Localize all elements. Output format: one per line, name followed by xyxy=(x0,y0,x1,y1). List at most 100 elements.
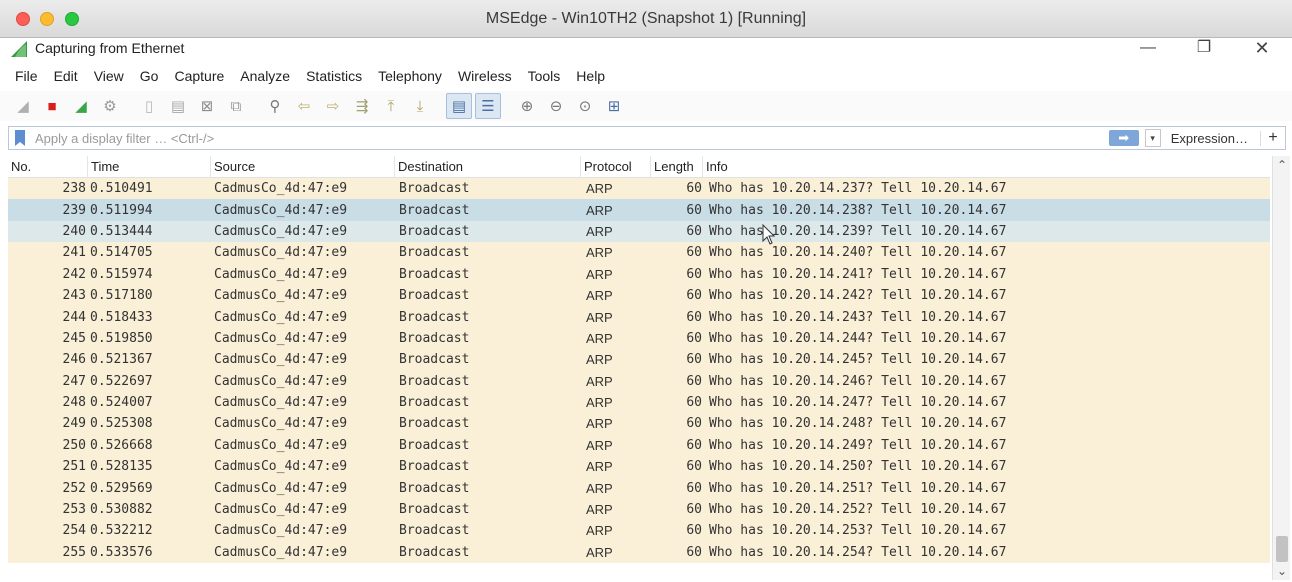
packet-row[interactable]: 241 0.514705 CadmusCo_4d:47:e9 Broadcast ARP… xyxy=(8,242,1270,264)
packet-protocol: ARP xyxy=(586,373,613,389)
scroll-up-icon[interactable]: ⌃ xyxy=(1273,158,1291,172)
packet-list[interactable]: No. Time Source Destination Protocol Len… xyxy=(8,156,1270,564)
find-packet-icon[interactable]: ⚲ xyxy=(262,93,288,119)
packet-no: 245 xyxy=(62,330,86,346)
zoom-in-icon[interactable]: ⊕ xyxy=(514,93,540,119)
filter-bookmark-icon[interactable] xyxy=(9,127,31,149)
go-first-packet-icon[interactable]: ⤒ xyxy=(378,93,404,119)
packet-info: Who has 10.20.14.250? Tell 10.20.14.67 xyxy=(709,459,1007,475)
colorize-icon[interactable]: ☰ xyxy=(475,93,501,119)
packet-row[interactable]: 252 0.529569 CadmusCo_4d:47:e9 Broadcast ARP… xyxy=(8,477,1270,499)
menu-go[interactable]: Go xyxy=(132,64,167,88)
column-header-time[interactable]: Time xyxy=(88,156,211,178)
open-file-icon[interactable]: ▯ xyxy=(136,93,162,119)
packet-no: 253 xyxy=(62,502,86,518)
column-header-destination[interactable]: Destination xyxy=(395,156,581,178)
menu-wireless[interactable]: Wireless xyxy=(450,64,520,88)
packet-row[interactable]: 255 0.533576 CadmusCo_4d:47:e9 Broadcast ARP… xyxy=(8,541,1270,564)
packet-row[interactable]: 243 0.517180 CadmusCo_4d:47:e9 Broadcast ARP… xyxy=(8,284,1270,307)
resize-columns-icon[interactable]: ⊞ xyxy=(601,93,627,119)
add-filter-button[interactable]: + xyxy=(1261,129,1285,147)
start-capture-icon[interactable]: ◢ xyxy=(10,93,36,119)
packet-source: CadmusCo_4d:47:e9 xyxy=(214,480,348,496)
column-header-info[interactable]: Info xyxy=(703,156,1270,178)
restore-icon[interactable]: ❐ xyxy=(1184,38,1224,60)
packet-info: Who has 10.20.14.248? Tell 10.20.14.67 xyxy=(709,416,1007,432)
packet-protocol: ARP xyxy=(586,480,613,496)
packet-info: Who has 10.20.14.249? Tell 10.20.14.67 xyxy=(709,437,1007,453)
packet-row[interactable]: 250 0.526668 CadmusCo_4d:47:e9 Broadcast ARP… xyxy=(8,434,1270,457)
packet-time: 0.522697 xyxy=(90,373,153,389)
reload-file-icon[interactable]: ⧉ xyxy=(223,93,249,119)
minimize-icon[interactable]: — xyxy=(1128,38,1168,60)
menu-view[interactable]: View xyxy=(86,64,132,88)
go-forward-icon[interactable]: ⇨ xyxy=(320,93,346,119)
packet-protocol: ARP xyxy=(586,437,613,453)
menu-help[interactable]: Help xyxy=(568,64,613,88)
packet-protocol: ARP xyxy=(586,223,613,239)
column-header-no[interactable]: No. xyxy=(8,156,88,178)
packet-destination: Broadcast xyxy=(399,202,470,218)
packet-row[interactable]: 238 0.510491 CadmusCo_4d:47:e9 Broadcast ARP… xyxy=(8,178,1270,200)
expression-button[interactable]: Expression… xyxy=(1169,130,1261,146)
zoom-out-icon[interactable]: ⊖ xyxy=(543,93,569,119)
display-filter-input[interactable] xyxy=(31,128,1109,148)
packet-length: 60 xyxy=(686,395,702,411)
packet-row[interactable]: 245 0.519850 CadmusCo_4d:47:e9 Broadcast ARP… xyxy=(8,327,1270,350)
scroll-down-icon[interactable]: ⌄ xyxy=(1273,564,1291,578)
menu-file[interactable]: File xyxy=(0,64,46,88)
packet-source: CadmusCo_4d:47:e9 xyxy=(214,181,348,197)
packet-source: CadmusCo_4d:47:e9 xyxy=(214,544,348,560)
autoscroll-icon[interactable]: ▤ xyxy=(446,93,472,119)
column-header-protocol[interactable]: Protocol xyxy=(581,156,651,178)
go-back-icon[interactable]: ⇦ xyxy=(291,93,317,119)
packet-info: Who has 10.20.14.251? Tell 10.20.14.67 xyxy=(709,480,1007,496)
close-icon[interactable]: ✕ xyxy=(1242,38,1282,60)
packet-row[interactable]: 253 0.530882 CadmusCo_4d:47:e9 Broadcast ARP… xyxy=(8,498,1270,521)
menu-edit[interactable]: Edit xyxy=(46,64,86,88)
packet-length: 60 xyxy=(686,181,702,197)
packet-row[interactable]: 251 0.528135 CadmusCo_4d:47:e9 Broadcast ARP… xyxy=(8,456,1270,478)
packet-info: Who has 10.20.14.241? Tell 10.20.14.67 xyxy=(709,266,1007,282)
packet-time: 0.524007 xyxy=(90,395,153,411)
scrollbar-thumb[interactable] xyxy=(1276,536,1288,562)
packet-row[interactable]: 240 0.513444 CadmusCo_4d:47:e9 Broadcast ARP… xyxy=(8,220,1270,243)
packet-time: 0.519850 xyxy=(90,330,153,346)
apply-filter-button[interactable]: ➡ xyxy=(1108,130,1139,146)
menu-statistics[interactable]: Statistics xyxy=(298,64,370,88)
restart-capture-icon[interactable]: ◢ xyxy=(68,93,94,119)
go-to-packet-icon[interactable]: ⇶ xyxy=(349,93,375,119)
capture-options-icon[interactable]: ⚙ xyxy=(97,93,123,119)
packet-row[interactable]: 242 0.515974 CadmusCo_4d:47:e9 Broadcast ARP… xyxy=(8,263,1270,285)
packet-time: 0.525308 xyxy=(90,416,153,432)
packet-row[interactable]: 248 0.524007 CadmusCo_4d:47:e9 Broadcast ARP… xyxy=(8,391,1270,414)
packet-row[interactable]: 239 0.511994 CadmusCo_4d:47:e9 Broadcast ARP… xyxy=(8,199,1270,221)
packet-time: 0.530882 xyxy=(90,502,153,518)
menu-tools[interactable]: Tools xyxy=(520,64,569,88)
vm-window-title: MSEdge - Win10TH2 (Snapshot 1) [Running] xyxy=(485,10,807,27)
packet-row[interactable]: 247 0.522697 CadmusCo_4d:47:e9 Broadcast ARP… xyxy=(8,370,1270,392)
packet-source: CadmusCo_4d:47:e9 xyxy=(214,502,348,518)
menu-analyze[interactable]: Analyze xyxy=(232,64,298,88)
column-header-source[interactable]: Source xyxy=(211,156,395,178)
packet-row[interactable]: 244 0.518433 CadmusCo_4d:47:e9 Broadcast ARP… xyxy=(8,306,1270,328)
packet-no: 238 xyxy=(62,181,86,197)
menu-telephony[interactable]: Telephony xyxy=(370,64,450,88)
close-file-icon[interactable]: ⊠ xyxy=(194,93,220,119)
packet-row[interactable]: 246 0.521367 CadmusCo_4d:47:e9 Broadcast ARP… xyxy=(8,349,1270,371)
packet-row[interactable]: 254 0.532212 CadmusCo_4d:47:e9 Broadcast ARP… xyxy=(8,520,1270,542)
packet-time: 0.513444 xyxy=(90,223,153,239)
save-file-icon[interactable]: ▤ xyxy=(165,93,191,119)
stop-capture-icon[interactable]: ■ xyxy=(39,93,65,119)
packet-info: Who has 10.20.14.240? Tell 10.20.14.67 xyxy=(709,245,1007,261)
column-header-length[interactable]: Length xyxy=(651,156,703,178)
zoom-normal-icon[interactable]: ⊙ xyxy=(572,93,598,119)
packet-row[interactable]: 249 0.525308 CadmusCo_4d:47:e9 Broadcast ARP… xyxy=(8,413,1270,435)
packet-length: 60 xyxy=(686,266,702,282)
packet-length: 60 xyxy=(686,288,702,304)
packet-time: 0.517180 xyxy=(90,288,153,304)
vertical-scrollbar[interactable]: ⌃ ⌄ xyxy=(1272,156,1290,580)
menu-capture[interactable]: Capture xyxy=(166,64,232,88)
filter-history-dropdown[interactable]: ▾ xyxy=(1144,129,1161,147)
go-last-packet-icon[interactable]: ⤓ xyxy=(407,93,433,119)
